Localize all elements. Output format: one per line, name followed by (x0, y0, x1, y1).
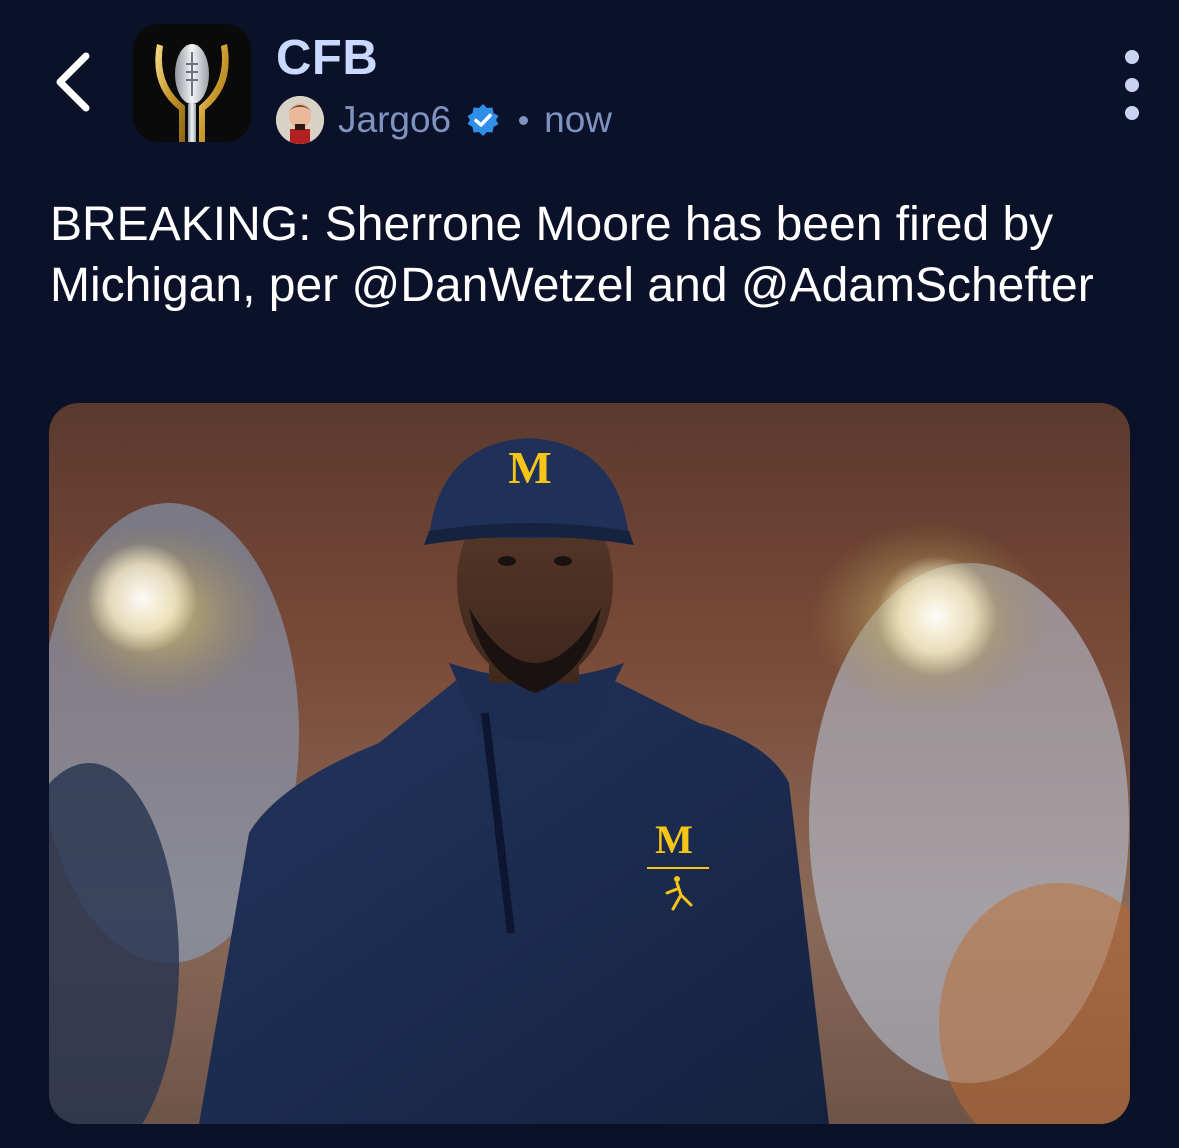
post-detail-screen: CFB Jargo6 now BREAKING: Sherrone Moore … (0, 0, 1179, 1148)
chevron-left-icon (56, 52, 90, 112)
author-username[interactable]: Jargo6 (338, 99, 451, 141)
vertical-dots-icon (1125, 50, 1139, 64)
svg-text:M: M (508, 442, 551, 493)
svg-text:M: M (655, 817, 693, 862)
community-avatar[interactable] (133, 24, 251, 142)
verified-badge-icon (463, 100, 503, 140)
user-avatar[interactable] (276, 96, 324, 144)
trophy-icon (133, 24, 251, 142)
user-avatar-image (276, 96, 324, 144)
post-meta: Jargo6 now (276, 96, 612, 144)
community-name[interactable]: CFB (276, 30, 378, 86)
back-button[interactable] (40, 44, 104, 120)
post-image[interactable]: M M (49, 403, 1130, 1124)
coach-photo: M M (49, 403, 1130, 1124)
post-body-text: BREAKING: Sherrone Moore has been fired … (50, 198, 1094, 312)
more-options-button[interactable] (1110, 50, 1154, 120)
separator-dot (519, 115, 529, 125)
post-timestamp: now (544, 99, 613, 140)
